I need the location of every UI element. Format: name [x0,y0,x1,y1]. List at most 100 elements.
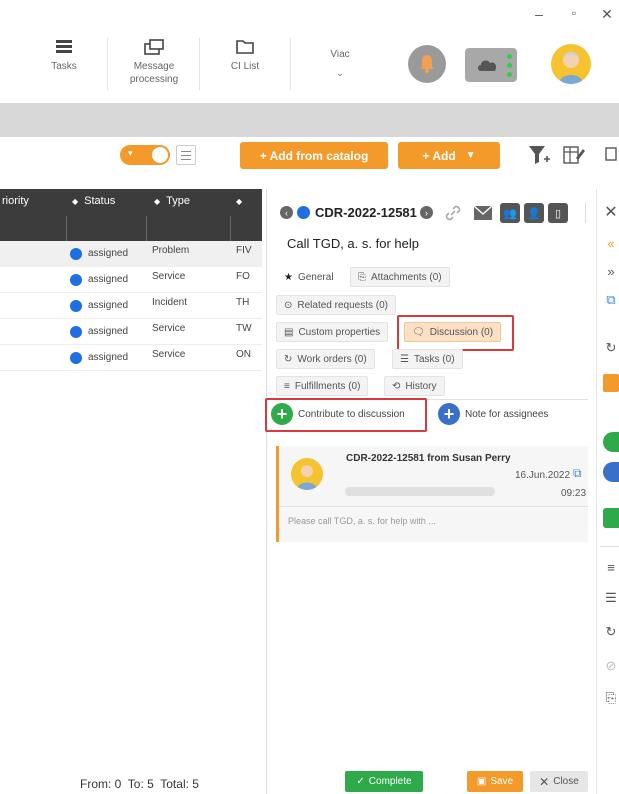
save-side-icon[interactable] [603,374,619,392]
tab-discussion[interactable]: 🗨 Discussion (0) [404,322,502,342]
refresh-icon[interactable]: ↻ [603,340,619,356]
column-header-extra[interactable]: ◆ [236,195,242,207]
sort-icon: ◆ [72,197,79,206]
close-button[interactable]: ✕ Close [530,771,588,792]
note-for-assignees-button[interactable]: + Note for assignees [438,403,548,425]
blurred-email [345,487,495,496]
toolbar-message-label: Message processing [129,61,179,85]
group-icon[interactable]: 👥 [500,203,520,223]
filter-toggle-icon: ▾ [128,148,133,158]
status-dot [70,274,82,286]
priority-dot [297,206,310,219]
minimize-button[interactable]: – [530,6,548,22]
mail-icon[interactable] [473,205,493,221]
toolbar-message-processing[interactable]: Message processing [114,38,194,86]
close-panel-icon[interactable]: ✕ [603,202,619,222]
list-icon[interactable]: ≡ [603,560,619,575]
right-strip-divider [596,189,597,794]
tab-work-orders[interactable]: ↻ Work orders (0) [276,349,375,369]
extra-cell: TW [236,323,252,334]
discussion-message-card[interactable]: CDR-2022-12581 from Susan Perry 16.Jun.2… [276,446,588,542]
tab-general-label: General [297,271,334,283]
mobile-icon[interactable]: ▯ [548,203,568,223]
tab-related-requests[interactable]: ⊙ Related requests (0) [276,295,396,315]
collapse-left-icon[interactable]: « [603,236,619,251]
next-icon[interactable]: › [420,206,433,219]
add-from-catalog-button[interactable]: + Add from catalog [240,142,388,169]
tab-history-label: History [405,380,437,392]
bell-icon [420,55,434,73]
extra-cell: FIV [236,245,252,256]
close-icon: ✕ [539,774,550,789]
expand-right-icon[interactable]: » [603,264,619,279]
paperclip-icon: ⎘ [358,271,366,283]
filter-toggle[interactable]: ▾ [120,145,170,165]
add-button[interactable]: + Add ▼ [398,142,500,169]
toggle-knob [152,147,168,163]
tab-history[interactable]: ⟲ History [384,376,445,396]
close-window-button[interactable]: ✕ [598,6,616,23]
previous-icon[interactable]: ‹ [280,206,293,219]
toolbar-ci-list[interactable]: CI List [205,38,285,73]
sort-icon: ◆ [154,197,161,206]
close-label: Close [553,776,579,787]
tab-fulfillments[interactable]: ≡ Fulfillments (0) [276,376,369,396]
open-external-icon[interactable]: ⧉ [573,466,582,481]
edit-columns-icon[interactable] [562,144,586,166]
table-row[interactable]: assigned Service FO [0,267,262,293]
table-row[interactable]: assigned Service ON [0,345,262,371]
sort-icon: ◆ [236,197,243,206]
link-icon[interactable] [443,203,463,223]
connection-status-button[interactable] [465,48,517,82]
complete-label: Complete [368,776,412,787]
add-button-label: + Add [422,148,456,163]
complete-side-icon[interactable] [603,508,619,528]
tab-attachments[interactable]: ⎘ Attachments (0) [350,267,450,287]
add-blue-icon[interactable] [603,462,619,482]
toolbar-more[interactable]: Viac ⌄ [300,48,380,80]
cloud-icon [478,60,497,71]
export-icon[interactable] [604,146,619,164]
tab-custom-properties[interactable]: ▤ Custom properties [276,322,389,342]
open-external-icon[interactable]: ⧉ [603,292,619,308]
message-date: 16.Jun.2022 [515,470,571,481]
plus-icon: + [438,403,460,425]
paperclip-icon[interactable]: ⎘ [603,690,619,706]
status-cell: assigned [88,326,129,337]
tab-general[interactable]: ★ General [276,267,342,287]
list-view-button[interactable] [176,145,196,165]
contribute-to-discussion-button[interactable]: + Contribute to discussion [271,403,405,425]
maximize-button[interactable]: ▫ [565,6,583,20]
table-row[interactable]: assigned Problem FIV [0,241,262,267]
status-dot [70,352,82,364]
table-row[interactable]: assigned Incident TH [0,293,262,319]
column-header-type[interactable]: ◆ Type [154,195,190,207]
tasks-icon: ☰ [400,353,409,365]
status-cell: assigned [88,300,129,311]
column-header-status[interactable]: ◆ Status [72,195,115,207]
tab-tasks[interactable]: ☰ Tasks (0) [392,349,463,369]
add-green-icon[interactable] [603,432,619,452]
tab-custom-label: Custom properties [298,326,381,338]
column-header-priority[interactable]: riority [2,195,29,207]
save-button[interactable]: ▣ Save [467,771,523,792]
filter-add-icon[interactable] [526,142,552,168]
toolbar-tasks[interactable]: Tasks [24,38,104,73]
message-time: 09:23 [561,488,587,499]
user-avatar[interactable] [551,44,591,84]
extra-cell: TH [236,297,250,308]
note-label: Note for assignees [465,408,549,420]
status-dot [70,300,82,312]
refresh-icon[interactable]: ↻ [603,624,619,640]
caret-down-icon: ▼ [465,150,476,161]
toolbar-divider [107,38,108,90]
avatar-icon [297,465,317,490]
table-row[interactable]: assigned Service TW [0,319,262,345]
toolbar-ci-list-label: CI List [230,61,260,72]
complete-button[interactable]: ✓ Complete [345,771,423,792]
user-icon[interactable]: 👤 [524,203,544,223]
tasks-icon[interactable]: ☰ [603,590,619,606]
tab-tasks-label: Tasks (0) [413,353,455,365]
discussion-icon: 🗨 [412,326,425,338]
notifications-button[interactable] [408,45,446,83]
